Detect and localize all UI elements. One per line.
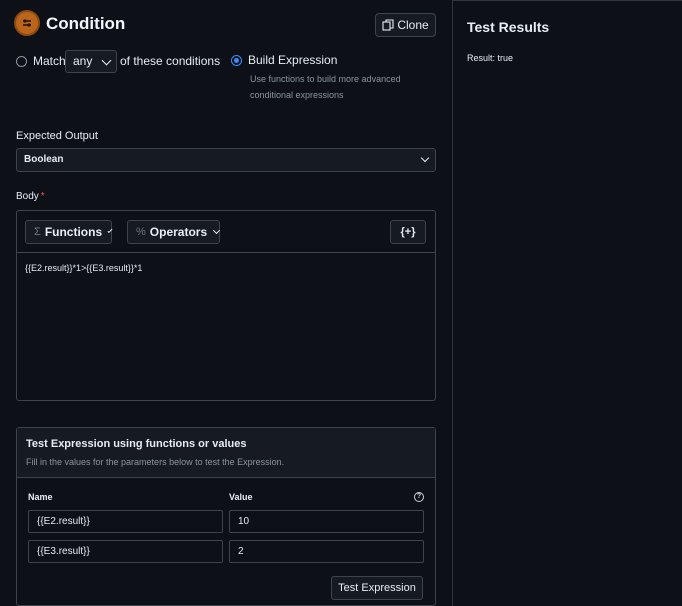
value-column-header: Value (229, 492, 253, 502)
chevron-down-icon (420, 153, 430, 163)
page-title: Condition (46, 14, 126, 33)
condition-icon (14, 10, 40, 36)
param-name-field[interactable]: {{E2.result}} (28, 510, 223, 533)
functions-label: Functions (44, 225, 103, 239)
chevron-down-icon (107, 227, 113, 233)
body-label: Body * (16, 191, 45, 202)
body-editor[interactable]: Σ Functions % Operators {+} {{E2.result}… (16, 210, 436, 401)
condition-panel: Condition Clone Match any of these condi… (0, 0, 452, 606)
test-expression-subtitle: Fill in the values for the parameters be… (26, 457, 285, 467)
body-label-text: Body (16, 191, 39, 202)
test-result-text: Result: true (467, 53, 514, 63)
match-suffix: of these conditions (120, 54, 221, 68)
clone-button[interactable]: Clone (375, 13, 436, 37)
param-value-input[interactable]: 2 (229, 540, 424, 563)
insert-variable-button[interactable]: {+} (390, 220, 426, 244)
match-mode-value: any (73, 54, 93, 68)
test-expression-header: Test Expression using functions or value… (17, 428, 435, 478)
clone-label: Clone (397, 18, 429, 32)
build-expression-desc-2: conditional expressions (250, 90, 344, 100)
param-value-input[interactable]: 10 (229, 510, 424, 533)
chevron-down-icon (101, 55, 112, 66)
body-toolbar: Σ Functions % Operators {+} (17, 211, 435, 253)
match-mode-select[interactable]: any (65, 50, 117, 73)
chevron-down-icon (213, 226, 221, 234)
match-label: Match (33, 54, 66, 68)
sigma-icon: Σ (34, 226, 41, 238)
expression-text: {{E2.result}}*1>{{E3.result}}*1 (25, 263, 143, 273)
expected-output-value: Boolean (24, 154, 64, 165)
help-circle-icon[interactable]: ? (414, 492, 424, 502)
param-name-field[interactable]: {{E3.result}} (28, 540, 223, 563)
required-mark: * (40, 191, 45, 202)
build-expression-label: Build Expression (248, 53, 338, 67)
test-results-title: Test Results (467, 19, 550, 35)
match-radio[interactable] (16, 56, 27, 67)
operators-button[interactable]: % Operators (127, 220, 221, 244)
name-column-header: Name (28, 492, 53, 502)
operators-label: Operators (149, 225, 208, 239)
percent-icon: % (136, 226, 146, 238)
functions-button[interactable]: Σ Functions (25, 220, 113, 244)
test-results-panel: Test Results Result: true (453, 0, 682, 606)
test-expression-title: Test Expression using functions or value… (26, 438, 247, 450)
expected-output-label: Expected Output (16, 130, 98, 142)
copy-icon (382, 19, 394, 31)
test-expression-button[interactable]: Test Expression (331, 576, 423, 600)
build-expression-desc: Use functions to build more advanced (250, 74, 401, 84)
expected-output-select[interactable]: Boolean (16, 148, 436, 172)
build-expression-radio[interactable] (231, 55, 242, 66)
